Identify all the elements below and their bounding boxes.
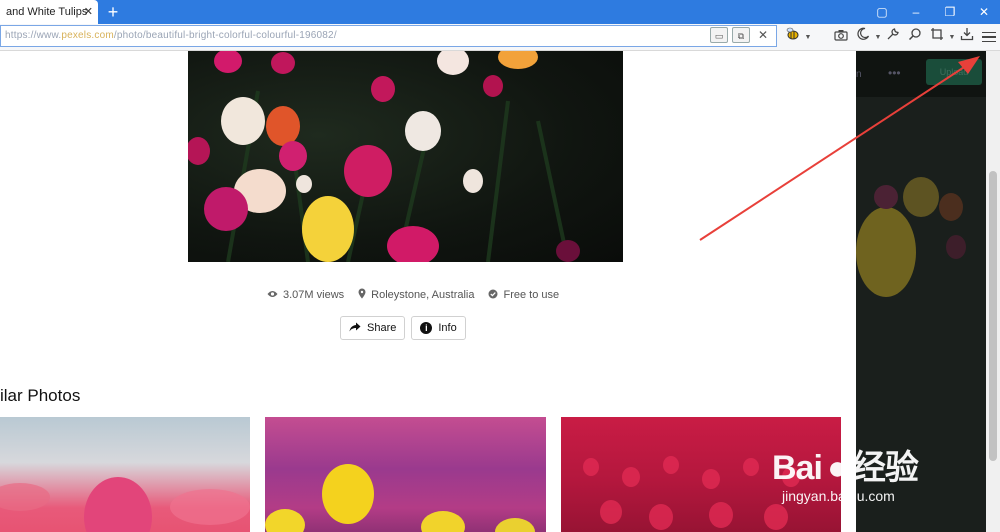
dimmed-header: n ••• Upload	[856, 51, 986, 97]
browser-tab[interactable]: and White Tulips ✕	[0, 0, 98, 24]
share-button[interactable]: Share	[340, 316, 406, 340]
scrollbar-thumb[interactable]	[989, 171, 997, 461]
share-arrow-icon	[349, 322, 361, 335]
address-bar[interactable]: https://www.pexels.com/photo/beautiful-b…	[0, 25, 777, 47]
tab-title: and White Tulips	[6, 6, 88, 18]
tulip-photo[interactable]	[188, 51, 623, 262]
restore-icon[interactable]: ❐	[940, 2, 960, 22]
window-controls: ▢ – ❐ ✕	[872, 2, 994, 22]
browser-titlebar: and White Tulips ✕ + ▢ – ❐ ✕	[0, 0, 1000, 24]
url-path: /photo/beautiful-bright-colorful-colourf…	[113, 30, 337, 41]
inner-close-icon[interactable]: ✕	[754, 27, 772, 43]
info-icon: i	[420, 322, 433, 334]
baidu-watermark: Bai ● 经验 jingyan.baidu.com	[772, 430, 992, 510]
url-domain: pexels.com	[61, 30, 114, 41]
check-circle-icon	[488, 289, 498, 302]
upload-button[interactable]: Upload	[926, 59, 982, 85]
watermark-brand-latin: Bai	[772, 449, 823, 487]
views-stat: 3.07M views	[267, 289, 344, 301]
more-icon[interactable]: •••	[888, 66, 901, 80]
watermark-brand-cn: 经验	[851, 449, 919, 487]
location-pin-icon	[358, 288, 366, 302]
info-button[interactable]: i Info	[411, 316, 466, 340]
watermark-url: jingyan.baidu.com	[782, 488, 895, 504]
photo-actions: Share i Info	[340, 316, 466, 340]
tulip-photo-art	[188, 51, 580, 262]
share-label: Share	[367, 322, 397, 334]
url-text: https://www.pexels.com/photo/beautiful-b…	[5, 30, 337, 41]
views-count: 3.07M views	[283, 289, 345, 301]
new-tab-button[interactable]: +	[104, 3, 122, 21]
info-label: Info	[438, 322, 457, 334]
eye-icon	[267, 290, 278, 301]
inner-restore-icon[interactable]: ⧉	[732, 27, 750, 43]
inner-minimize-icon[interactable]: ▭	[710, 27, 728, 43]
similar-photo-1[interactable]	[0, 417, 250, 532]
license-stat[interactable]: Free to use	[488, 289, 559, 302]
similar-photo-2-art	[265, 464, 535, 532]
location-stat[interactable]: Roleystone, Australia	[358, 288, 474, 302]
page-content: 3.07M views Roleystone, Australia Free t…	[0, 51, 856, 532]
watermark-brand: Bai ● 经验	[772, 440, 919, 489]
tab-close-icon[interactable]: ✕	[84, 5, 93, 19]
chevron-down-icon[interactable]: ▼	[874, 34, 882, 41]
photo-stats: 3.07M views Roleystone, Australia Free t…	[267, 288, 559, 302]
similar-photo-2[interactable]	[265, 417, 546, 532]
moon-icon[interactable]	[852, 26, 874, 48]
search-icon[interactable]	[904, 26, 926, 48]
bee-extension-icon[interactable]	[782, 26, 804, 48]
location-text: Roleystone, Australia	[371, 289, 475, 301]
toolbar-icons: ▼ ▼ ▼	[782, 24, 1000, 50]
minimize-icon[interactable]: –	[906, 2, 926, 22]
menu-icon[interactable]	[982, 26, 1000, 48]
dimmed-partial-text: n	[856, 69, 862, 80]
chevron-down-icon[interactable]: ▼	[804, 34, 812, 41]
license-text: Free to use	[503, 289, 560, 301]
chevron-down-icon[interactable]: ▼	[948, 34, 956, 41]
similar-photo-1-art	[0, 477, 250, 532]
window-layout-icon[interactable]: ▢	[872, 2, 892, 22]
inner-window-controls: ▭ ⧉ ✕	[710, 27, 772, 43]
close-window-icon[interactable]: ✕	[974, 2, 994, 22]
url-prefix: https://www.	[5, 30, 62, 41]
similar-photos-heading: ilar Photos	[0, 386, 81, 405]
camera-icon[interactable]	[830, 26, 852, 48]
paw-icon: ●	[827, 449, 848, 487]
download-icon[interactable]	[956, 26, 978, 48]
wrench-icon[interactable]	[882, 26, 904, 48]
browser-toolbar: https://www.pexels.com/photo/beautiful-b…	[0, 24, 1000, 51]
crop-icon[interactable]	[926, 26, 948, 48]
